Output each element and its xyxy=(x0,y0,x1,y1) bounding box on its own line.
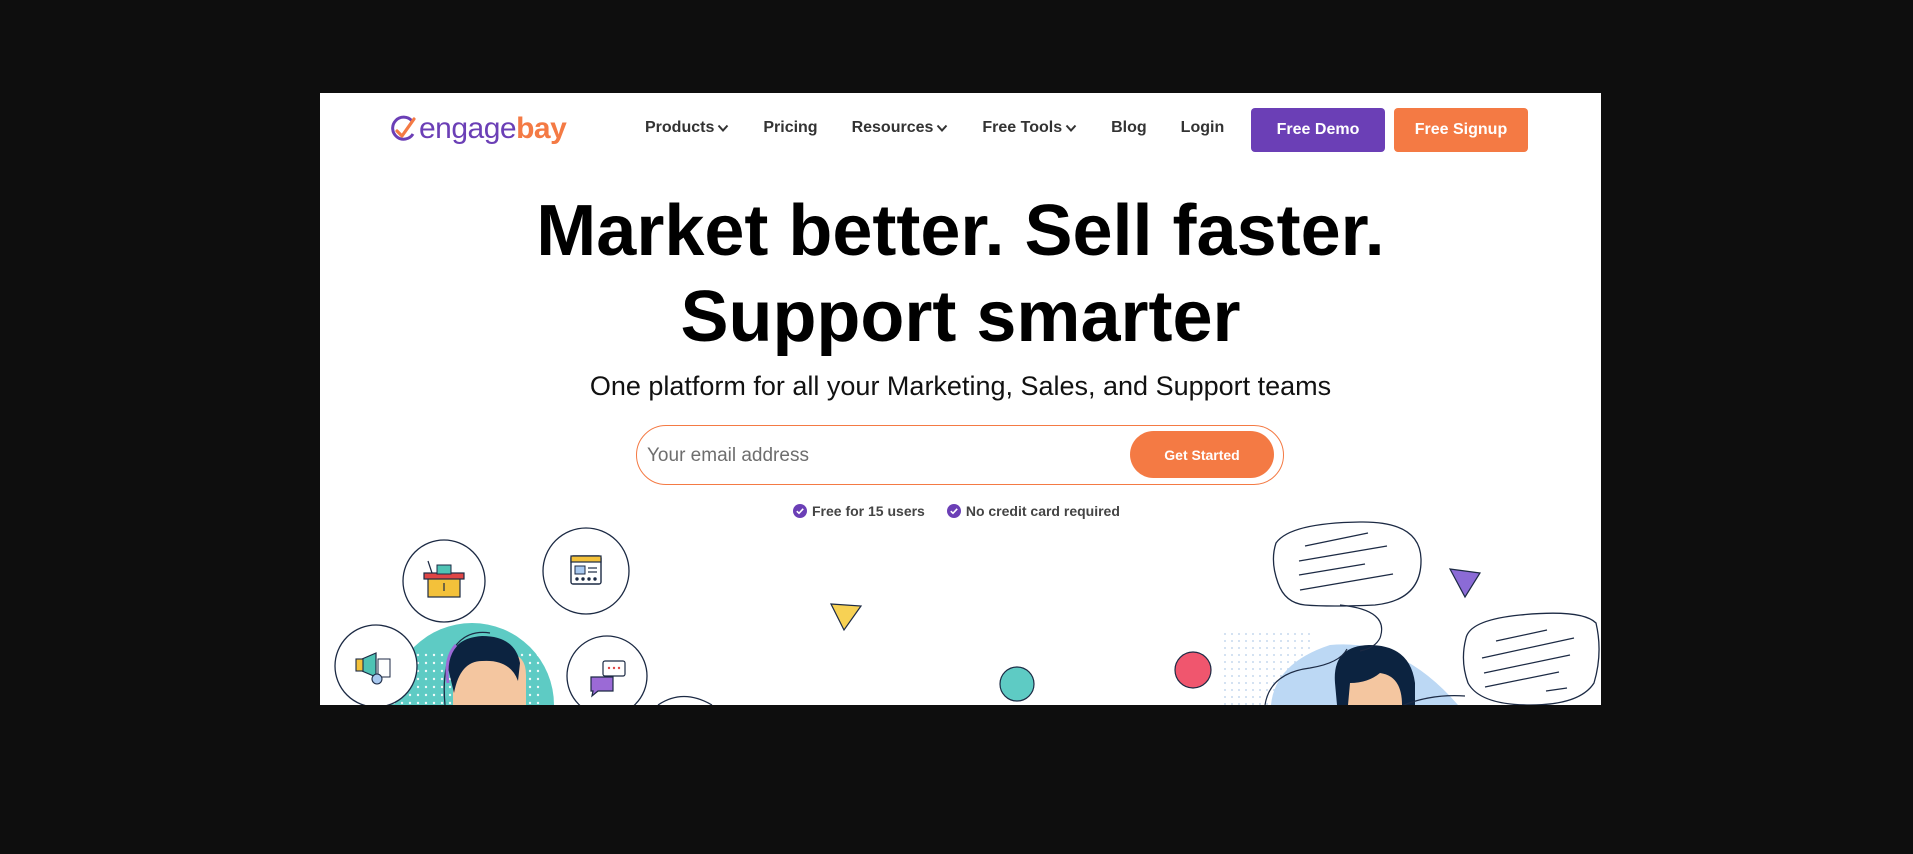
browser-viewport: engagebay Products Pricing Resources Fre… xyxy=(320,93,1601,705)
speech-bubble-top xyxy=(1272,521,1422,652)
purple-triangle-decoration xyxy=(1448,568,1482,599)
presentation-bubble xyxy=(402,539,486,623)
marketing-bubble xyxy=(334,624,418,705)
red-circle-decoration xyxy=(1174,651,1212,689)
hero-illustration xyxy=(334,521,1600,705)
right-illustration-group xyxy=(1220,521,1600,705)
teal-circle-decoration xyxy=(999,666,1035,702)
speech-bubble-right xyxy=(1462,612,1600,705)
woman-figure xyxy=(1334,645,1415,705)
webpage-bubble xyxy=(542,527,630,615)
yellow-triangle-decoration xyxy=(829,603,863,632)
left-illustration-group xyxy=(334,527,713,705)
chat-bubble xyxy=(566,635,648,705)
